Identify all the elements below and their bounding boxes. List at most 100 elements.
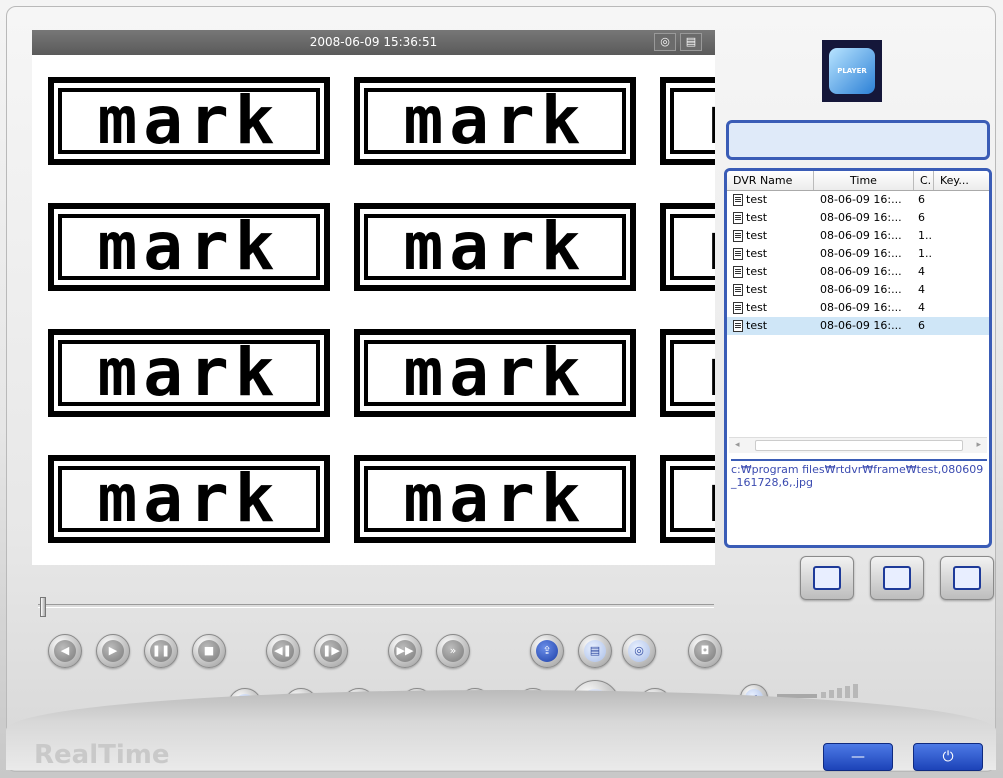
channel-cell: 6 xyxy=(918,319,925,332)
table-row[interactable]: test 08-06-09 16:... 4 xyxy=(727,299,989,317)
document-icon xyxy=(733,212,743,224)
watermark-text: mark xyxy=(58,88,320,154)
search-icon xyxy=(883,566,911,590)
print-icon[interactable]: ▤ xyxy=(680,33,702,51)
document-icon xyxy=(733,194,743,206)
dvr-name-cell: test xyxy=(746,283,768,296)
watermark-tile: mark xyxy=(660,77,715,165)
watermark-tile: mark xyxy=(48,329,330,417)
dvr-name-cell: test xyxy=(746,247,768,260)
watermark-text: mark xyxy=(58,214,320,280)
table-row[interactable]: test 08-06-09 16:... 6 xyxy=(727,317,989,335)
fast-button[interactable]: » xyxy=(436,634,470,668)
horizontal-scrollbar[interactable]: ◂ ▸ xyxy=(729,437,987,453)
step-back-button[interactable]: ◀❚ xyxy=(266,634,300,668)
watermark-text: mark xyxy=(670,466,715,532)
slow-button[interactable]: ▶▶ xyxy=(388,634,422,668)
table-row[interactable]: test 08-06-09 16:... 4 xyxy=(727,281,989,299)
print-icon: ▤ xyxy=(584,640,606,662)
channel-cell: 6 xyxy=(918,193,925,206)
video-titlebar: 2008-06-09 15:36:51 ◎ ▤ xyxy=(32,30,715,55)
table-row[interactable]: test 08-06-09 16:... 6 xyxy=(727,191,989,209)
channel-cell: 1.. xyxy=(918,247,932,260)
time-cell: 08-06-09 16:... xyxy=(820,211,902,224)
channel-cell: 6 xyxy=(918,211,925,224)
open-folder-button[interactable] xyxy=(800,556,854,600)
search-button[interactable] xyxy=(870,556,924,600)
column-dvr-name[interactable]: DVR Name xyxy=(727,171,814,190)
scroll-left-icon[interactable]: ◂ xyxy=(735,440,740,450)
time-cell: 08-06-09 16:... xyxy=(820,265,902,278)
export-button[interactable]: ⇪ xyxy=(530,634,564,668)
print-button[interactable]: ▤ xyxy=(578,634,612,668)
watermark-text: mark xyxy=(670,88,715,154)
video-display: mark mark mark mark mark mark mark mark mark mark… xyxy=(32,55,715,565)
scroll-thumb[interactable] xyxy=(755,440,963,451)
player-logo: PLAYER xyxy=(822,40,882,102)
watermark-text: mark xyxy=(364,466,626,532)
file-path-text: c:₩program files₩rtdvr₩frame₩test,080609… xyxy=(731,459,987,539)
dvr-name-cell: test xyxy=(746,265,768,278)
document-icon xyxy=(733,284,743,296)
watermark-text: mark xyxy=(364,214,626,280)
column-time[interactable]: Time xyxy=(814,171,914,190)
audio-button[interactable]: ◘ xyxy=(688,634,722,668)
event-list-body: test 08-06-09 16:... 6 test 08-06-09 16:... 6… xyxy=(727,191,989,335)
dvr-name-cell: test xyxy=(746,319,768,332)
camera-icon[interactable]: ◎ xyxy=(654,33,676,51)
step-forward-button[interactable]: ❚▶ xyxy=(314,634,348,668)
watermark-tile: mark xyxy=(48,203,330,291)
watermark-tile: mark xyxy=(660,455,715,543)
film-search-button[interactable] xyxy=(940,556,994,600)
channel-cell: 4 xyxy=(918,265,925,278)
dvr-name-cell: test xyxy=(746,211,768,224)
stop-button[interactable]: ■ xyxy=(192,634,226,668)
watermark-text: mark xyxy=(364,88,626,154)
power-button[interactable]: ⏻ xyxy=(913,743,983,771)
channel-cell: 4 xyxy=(918,301,925,314)
table-row[interactable]: test 08-06-09 16:... 6 xyxy=(727,209,989,227)
watermark-text: mark xyxy=(364,340,626,406)
film-search-icon xyxy=(953,566,981,590)
mode-label: RealTime xyxy=(34,740,170,770)
table-row[interactable]: test 08-06-09 16:... 1.. xyxy=(727,245,989,263)
table-row[interactable]: test 08-06-09 16:... 1.. xyxy=(727,227,989,245)
dvr-name-cell: test xyxy=(746,229,768,242)
document-icon xyxy=(733,230,743,242)
video-timestamp: 2008-06-09 15:36:51 xyxy=(309,35,438,49)
seek-track[interactable] xyxy=(38,604,714,608)
table-row[interactable]: test 08-06-09 16:... 4 xyxy=(727,263,989,281)
time-cell: 08-06-09 16:... xyxy=(820,301,902,314)
folder-icon xyxy=(813,566,841,590)
event-list-panel: DVR Name Time C. Key... test 08-06-09 16:… xyxy=(724,168,992,548)
dvr-name-cell: test xyxy=(746,193,768,206)
info-display xyxy=(726,120,990,160)
scroll-right-icon[interactable]: ▸ xyxy=(976,440,981,450)
time-cell: 08-06-09 16:... xyxy=(820,247,902,260)
watermark-text: mark xyxy=(58,340,320,406)
document-icon xyxy=(733,320,743,332)
document-icon xyxy=(733,248,743,260)
channel-cell: 1.. xyxy=(918,229,932,242)
watermark-text: mark xyxy=(670,340,715,406)
column-key[interactable]: Key... xyxy=(934,171,989,190)
time-cell: 08-06-09 16:... xyxy=(820,193,902,206)
camera-icon: ◎ xyxy=(628,640,650,662)
seek-thumb[interactable] xyxy=(40,597,46,617)
watermark-text: mark xyxy=(58,466,320,532)
pause-button[interactable]: ❚❚ xyxy=(144,634,178,668)
watermark-text: mark xyxy=(670,214,715,280)
time-cell: 08-06-09 16:... xyxy=(820,283,902,296)
snapshot-button[interactable]: ◎ xyxy=(622,634,656,668)
watermark-tile: mark xyxy=(354,203,636,291)
minimize-button[interactable]: — xyxy=(823,743,893,771)
play-button[interactable]: ▶ xyxy=(96,634,130,668)
event-list-header: DVR Name Time C. Key... xyxy=(727,171,989,191)
document-icon xyxy=(733,302,743,314)
rewind-button[interactable]: ◀ xyxy=(48,634,82,668)
column-channel[interactable]: C. xyxy=(914,171,934,190)
channel-cell: 4 xyxy=(918,283,925,296)
volume-slider[interactable] xyxy=(777,680,859,698)
time-cell: 08-06-09 16:... xyxy=(820,229,902,242)
watermark-tile: mark xyxy=(48,455,330,543)
